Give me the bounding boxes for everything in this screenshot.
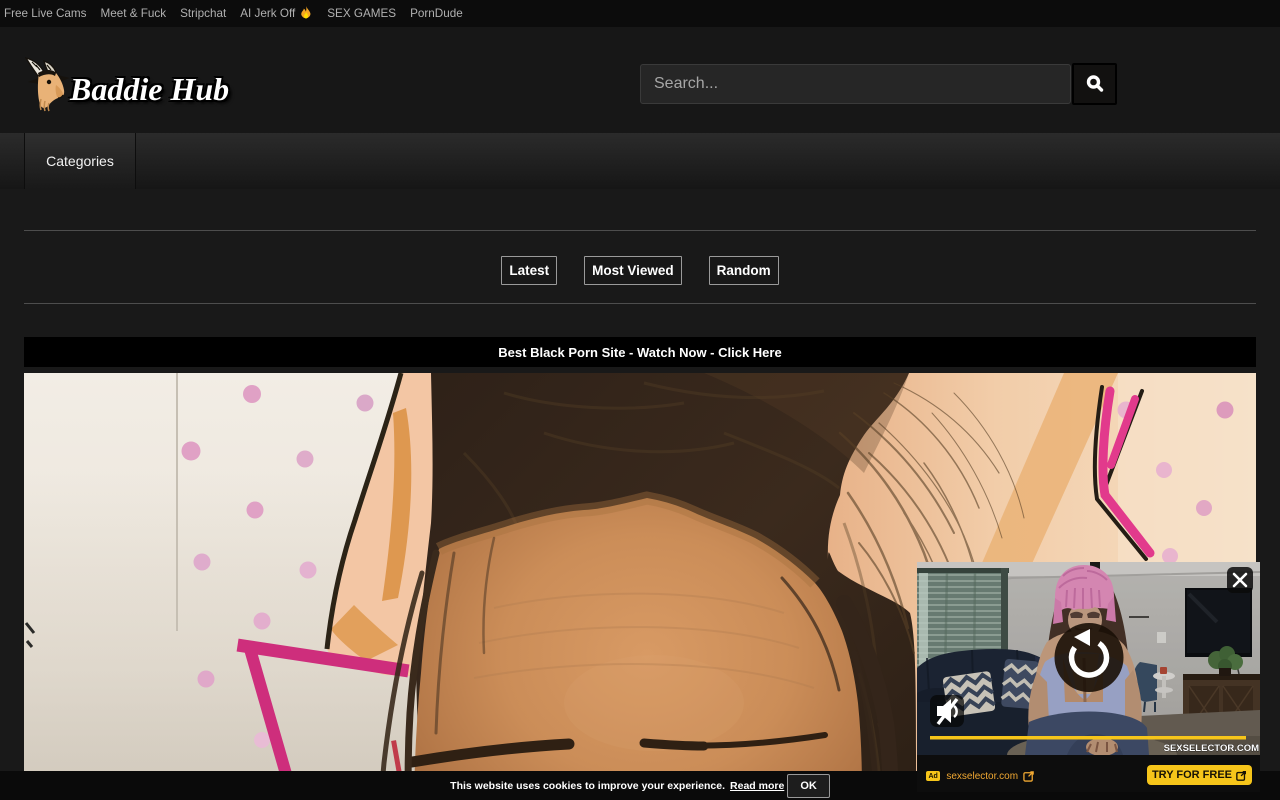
svg-text:SEXSELECTOR.COM: SEXSELECTOR.COM: [1164, 743, 1259, 754]
